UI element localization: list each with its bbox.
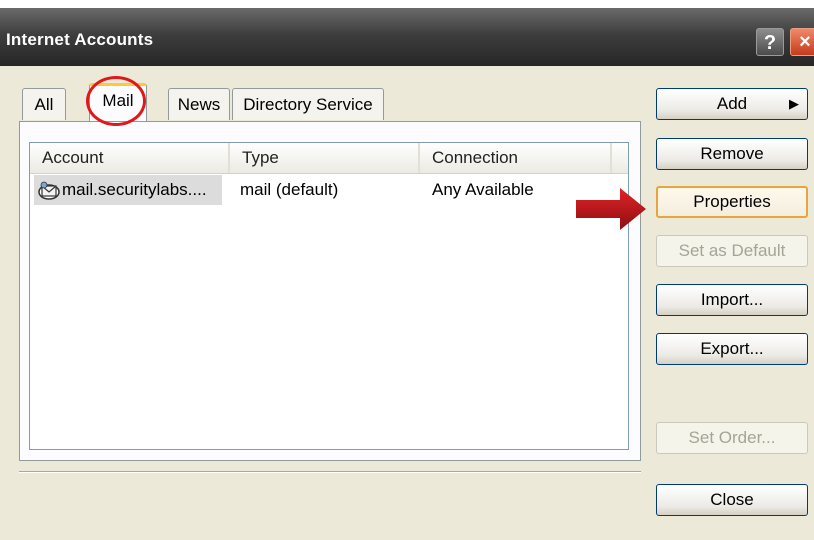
help-button[interactable]: ? bbox=[756, 28, 784, 56]
triangle-right-icon: ▶ bbox=[789, 96, 799, 111]
list-item[interactable]: mail.securitylabs.... mail (default) Any… bbox=[30, 175, 628, 205]
remove-button[interactable]: Remove bbox=[656, 138, 808, 170]
divider bbox=[19, 471, 641, 473]
set-order-button[interactable]: Set Order... bbox=[656, 422, 808, 454]
import-button[interactable]: Import... bbox=[656, 284, 808, 316]
close-button[interactable]: Close bbox=[656, 484, 808, 516]
list-header: Account Type Connection bbox=[30, 143, 628, 174]
account-connection: Any Available bbox=[432, 180, 534, 199]
tab-all[interactable]: All bbox=[22, 88, 66, 120]
window-title: Internet Accounts bbox=[6, 30, 154, 49]
column-connection[interactable]: Connection bbox=[420, 143, 612, 173]
account-type: mail (default) bbox=[240, 180, 339, 199]
tab-news[interactable]: News bbox=[168, 88, 230, 120]
close-window-button[interactable]: × bbox=[790, 28, 814, 56]
set-as-default-button[interactable]: Set as Default bbox=[656, 235, 808, 267]
mail-tab-panel: Account Type Connection mail.securitylab… bbox=[19, 121, 641, 461]
properties-button[interactable]: Properties bbox=[656, 186, 808, 218]
account-cell: mail.securitylabs.... bbox=[34, 175, 222, 205]
add-button[interactable]: Add ▶ bbox=[656, 88, 808, 120]
accounts-list[interactable]: Account Type Connection mail.securitylab… bbox=[29, 142, 629, 450]
tab-directory-service[interactable]: Directory Service bbox=[232, 88, 384, 120]
add-button-label: Add bbox=[716, 94, 748, 113]
column-type[interactable]: Type bbox=[230, 143, 420, 173]
title-bar[interactable]: Internet Accounts ? × bbox=[0, 8, 814, 66]
mail-account-icon bbox=[38, 180, 60, 205]
export-button[interactable]: Export... bbox=[656, 333, 808, 365]
column-account[interactable]: Account bbox=[30, 143, 230, 173]
mail-tab-highlight-circle bbox=[86, 76, 146, 126]
internet-accounts-dialog: Internet Accounts ? × All Mail News Dire… bbox=[0, 8, 814, 540]
account-name: mail.securitylabs.... bbox=[62, 180, 207, 199]
red-arrow-annotation-icon bbox=[576, 188, 656, 235]
